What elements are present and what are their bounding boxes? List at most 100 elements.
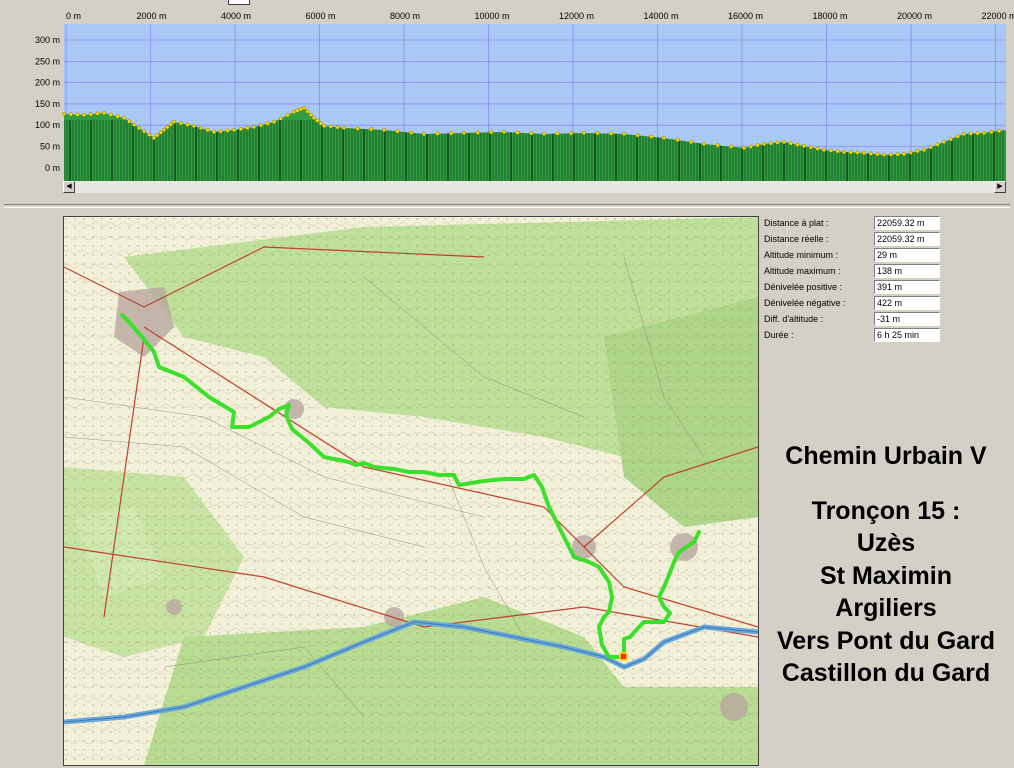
track-point	[305, 109, 310, 114]
track-point	[205, 128, 210, 133]
elevation-chart: 0 m 2000 m 4000 m 6000 m 8000 m 10000 m 12000 …	[35, 11, 1014, 181]
stat-row: Altitude minimum : 29 m	[762, 248, 942, 264]
x-tick-label: 0 m	[66, 11, 81, 21]
stat-value: 29 m	[874, 248, 940, 262]
track-point	[948, 137, 953, 142]
x-tick-label: 6000 m	[306, 11, 336, 21]
track-point	[225, 128, 230, 133]
track-point	[292, 109, 297, 114]
x-tick-label: 14000 m	[644, 11, 679, 21]
stat-label: Distance réelle :	[764, 234, 829, 244]
x-tick-label: 16000 m	[728, 11, 763, 21]
track-point	[828, 148, 833, 153]
panel-divider	[4, 204, 1010, 208]
y-tick-label: 200 m	[35, 78, 60, 88]
track-point	[822, 147, 827, 152]
stat-label: Distance à plat :	[764, 218, 829, 228]
title-spacer	[762, 473, 1010, 495]
track-point	[115, 114, 120, 119]
track-point	[768, 141, 773, 146]
x-tick-label: 20000 m	[897, 11, 932, 21]
track-point	[788, 141, 793, 146]
track-point	[81, 112, 86, 117]
track-point	[88, 112, 93, 117]
track-point	[178, 121, 183, 126]
track-point	[555, 131, 560, 136]
track-point	[251, 124, 256, 129]
track-point	[382, 127, 387, 132]
track-point	[258, 123, 263, 128]
stat-value: 138 m	[874, 264, 940, 278]
track-point	[689, 140, 694, 145]
track-point	[808, 145, 813, 150]
title-line: Uzès	[856, 529, 916, 557]
track-point	[318, 121, 323, 126]
track-point	[355, 126, 360, 131]
track-point	[165, 125, 170, 130]
track-point	[422, 131, 427, 136]
track-point	[231, 127, 236, 132]
stat-row: Durée : 6 h 25 min	[762, 328, 942, 344]
track-point	[101, 110, 106, 115]
stat-label: Dénivelée positive :	[764, 282, 843, 292]
stat-row: Altitude maximum : 138 m	[762, 264, 942, 280]
map-svg	[64, 217, 758, 765]
route-title: Chemin Urbain V Tronçon 15 : Uzès St Max…	[762, 440, 1010, 690]
scroll-left-button[interactable]: ◀	[63, 181, 75, 193]
track-point	[755, 143, 760, 148]
track-point	[278, 116, 283, 121]
track-point	[475, 130, 480, 135]
track-point	[409, 130, 414, 135]
track-point	[489, 130, 494, 135]
track-point	[342, 125, 347, 130]
track-point	[515, 130, 520, 135]
track-point	[989, 129, 994, 134]
track-point	[449, 131, 454, 136]
track-point	[982, 130, 987, 135]
track-point	[315, 118, 320, 123]
track-point	[462, 130, 467, 135]
track-point	[915, 149, 920, 154]
track-point	[942, 139, 947, 144]
arrow-right-icon: ▶	[997, 183, 1003, 190]
track-point	[121, 115, 126, 120]
track-point	[609, 131, 614, 136]
track-point	[595, 131, 600, 136]
profile-scrollbar[interactable]	[63, 181, 1006, 193]
scroll-right-button[interactable]: ▶	[994, 181, 1006, 193]
track-point	[622, 131, 627, 136]
track-point	[882, 152, 887, 157]
track-point	[649, 134, 654, 139]
track-point	[502, 129, 507, 134]
track-point	[108, 112, 113, 117]
track-point	[635, 133, 640, 138]
track-point	[748, 144, 753, 149]
track-point	[795, 142, 800, 147]
track-point	[662, 135, 667, 140]
track-point	[888, 152, 893, 157]
title-line: Vers Pont du Gard	[776, 626, 996, 655]
title-line: St Maximin	[820, 561, 952, 590]
topographic-map[interactable]	[63, 216, 759, 766]
track-point	[295, 108, 300, 113]
track-point	[875, 152, 880, 157]
track-point	[902, 151, 907, 156]
track-point	[542, 131, 547, 136]
track-point	[895, 152, 900, 157]
stat-row: Dénivelée négative : 422 m	[762, 296, 942, 312]
track-point	[136, 125, 141, 130]
y-tick-label: 150 m	[35, 99, 60, 109]
x-tick-label: 18000 m	[813, 11, 848, 21]
elevation-profile: 0 m 2000 m 4000 m 6000 m 8000 m 10000 m 12000 …	[0, 0, 1014, 200]
track-point	[395, 129, 400, 134]
track-point	[142, 129, 147, 134]
track-point	[908, 150, 913, 155]
end-marker	[619, 652, 628, 661]
stat-value: 22059.32 m	[874, 232, 940, 246]
track-point	[702, 141, 707, 146]
track-point	[198, 126, 203, 131]
track-point	[762, 141, 767, 146]
track-point	[675, 138, 680, 143]
track-point	[245, 125, 250, 130]
track-point	[775, 140, 780, 145]
